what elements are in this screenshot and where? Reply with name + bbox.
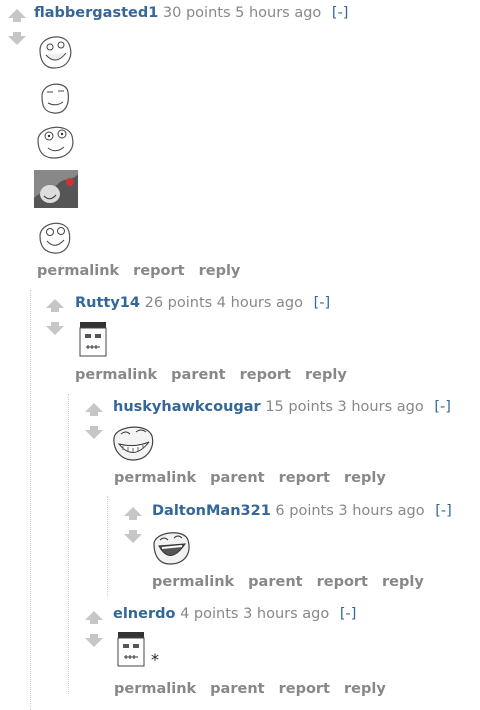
comment-actions: permalink parent report reply — [152, 574, 438, 590]
report-link[interactable]: report — [279, 470, 330, 486]
score: 30 points — [162, 5, 231, 21]
collapse-toggle[interactable]: [-] — [332, 5, 349, 21]
username-link[interactable]: huskyhawkcougar — [113, 399, 261, 415]
username-link[interactable]: flabbergasted1 — [34, 5, 158, 21]
score: 26 points — [144, 295, 213, 311]
comment-actions: permalink parent report reply — [114, 681, 400, 697]
report-link[interactable]: report — [317, 574, 368, 590]
downvote-arrow-icon[interactable] — [83, 634, 105, 648]
downvote-arrow-icon[interactable] — [122, 530, 144, 544]
frankenstein-face-icon — [117, 632, 145, 667]
troll-face-icon — [113, 426, 154, 461]
username-link[interactable]: DaltonMan321 — [152, 503, 271, 519]
report-link[interactable]: report — [133, 263, 184, 279]
thread-indent-line — [107, 496, 108, 596]
username-link[interactable]: Rutty14 — [75, 295, 140, 311]
comment-header: DaltonMan321 6 points 3 hours ago [-] — [152, 503, 452, 519]
score: 15 points — [265, 399, 333, 415]
collapse-toggle[interactable]: [-] — [435, 503, 452, 519]
rage-smile-face-icon — [39, 222, 71, 254]
collapse-toggle[interactable]: [-] — [314, 295, 331, 311]
upvote-arrow-icon[interactable] — [83, 610, 105, 624]
reply-link[interactable]: reply — [344, 681, 386, 697]
comment-actions: permalink parent report reply — [114, 470, 400, 486]
rage-grin-face-icon — [39, 36, 72, 69]
timestamp: 5 hours ago — [235, 5, 322, 21]
reply-link[interactable]: reply — [344, 470, 386, 486]
vote-arrows — [44, 298, 66, 336]
upvote-arrow-icon[interactable] — [44, 298, 66, 312]
collapse-toggle[interactable]: [-] — [434, 399, 451, 415]
comment-header: flabbergasted1 30 points 5 hours ago [-] — [34, 5, 348, 21]
parent-link[interactable]: parent — [210, 470, 264, 486]
thread-indent-line — [68, 394, 69, 694]
timestamp: 4 hours ago — [216, 295, 303, 311]
frankenstein-face-icon — [79, 322, 107, 357]
permalink-link[interactable]: permalink — [75, 367, 157, 383]
reply-link[interactable]: reply — [199, 263, 241, 279]
permalink-link[interactable]: permalink — [114, 681, 196, 697]
downvote-arrow-icon[interactable] — [44, 322, 66, 336]
comment-header: Rutty14 26 points 4 hours ago [-] — [75, 295, 330, 311]
upvote-arrow-icon[interactable] — [6, 8, 28, 22]
upvote-arrow-icon[interactable] — [122, 506, 144, 520]
permalink-link[interactable]: permalink — [152, 574, 234, 590]
reply-link[interactable]: reply — [305, 367, 347, 383]
parent-link[interactable]: parent — [210, 681, 264, 697]
vote-arrows — [83, 610, 105, 648]
vote-arrows — [122, 506, 144, 544]
timestamp: 3 hours ago — [243, 606, 330, 622]
username-link[interactable]: elnerdo — [113, 606, 175, 622]
rage-smirk-face-icon — [41, 83, 69, 114]
comment-header: huskyhawkcougar 15 points 3 hours ago [-… — [113, 399, 451, 415]
laughing-face-icon — [153, 532, 190, 565]
downvote-arrow-icon[interactable] — [83, 426, 105, 440]
thread-indent-line — [30, 290, 31, 710]
report-link[interactable]: report — [279, 681, 330, 697]
reply-link[interactable]: reply — [382, 574, 424, 590]
collapse-toggle[interactable]: [-] — [340, 606, 357, 622]
vote-arrows — [6, 8, 28, 46]
score: 6 points — [275, 503, 334, 519]
comment-header: elnerdo 4 points 3 hours ago [-] — [113, 606, 356, 622]
vote-arrows — [83, 402, 105, 440]
score: 4 points — [180, 606, 239, 622]
timestamp: 3 hours ago — [337, 399, 424, 415]
timestamp: 3 hours ago — [338, 503, 425, 519]
rage-surprised-face-icon — [37, 126, 74, 159]
permalink-link[interactable]: permalink — [37, 263, 119, 279]
rage-photo-face-icon — [34, 170, 78, 208]
comment-actions: permalink report reply — [37, 263, 254, 279]
parent-link[interactable]: parent — [171, 367, 225, 383]
permalink-link[interactable]: permalink — [114, 470, 196, 486]
comment-actions: permalink parent report reply — [75, 367, 361, 383]
report-link[interactable]: report — [240, 367, 291, 383]
upvote-arrow-icon[interactable] — [83, 402, 105, 416]
comment-body-text: * — [151, 650, 159, 669]
parent-link[interactable]: parent — [248, 574, 302, 590]
downvote-arrow-icon[interactable] — [6, 32, 28, 46]
